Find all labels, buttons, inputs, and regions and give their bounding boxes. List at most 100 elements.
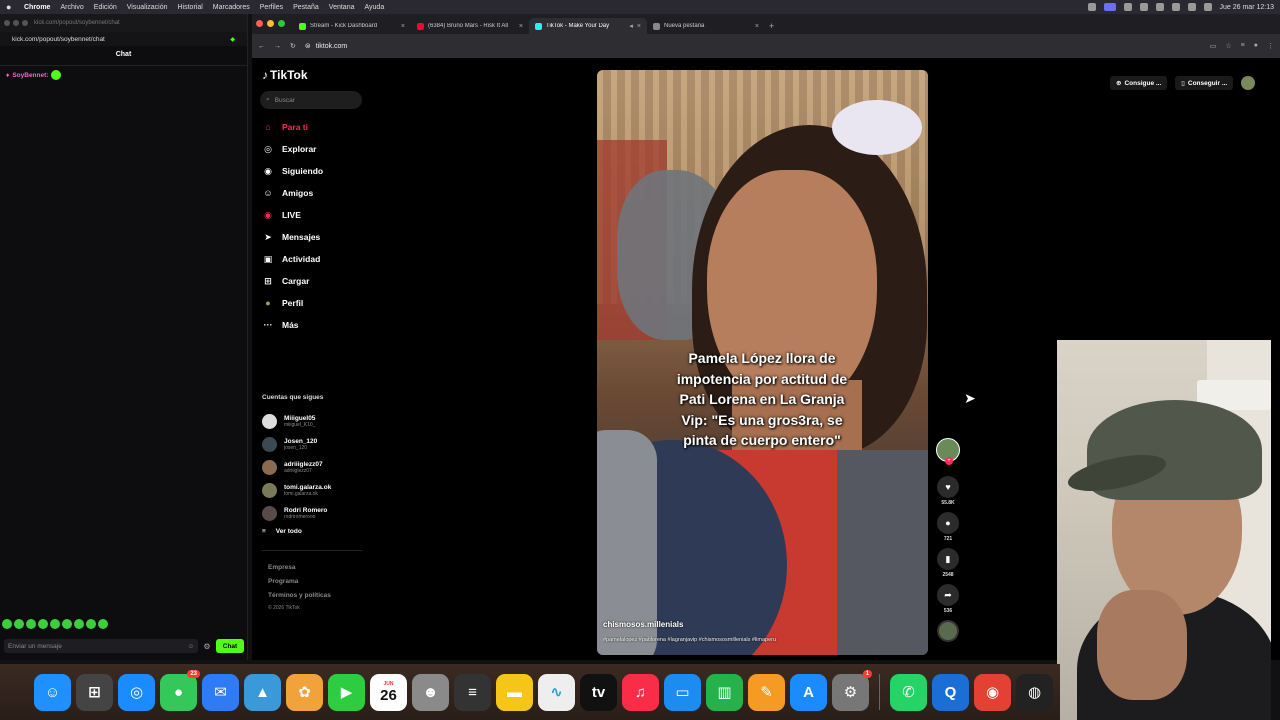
bookmark-icon[interactable]: ▮	[937, 548, 959, 570]
emote-icon[interactable]	[62, 619, 72, 629]
chat-username[interactable]: SoyBennet:	[12, 72, 48, 79]
spotlight-icon[interactable]	[1171, 3, 1180, 11]
calendar-icon[interactable]: JUN 26	[370, 673, 407, 711]
video-hashtags[interactable]: #pamelalopez #patilorena #lagranjavip #c…	[603, 637, 923, 643]
close-icon[interactable]: ×	[401, 23, 405, 30]
menu-archivo[interactable]: Archivo	[60, 4, 83, 11]
chrome-icon[interactable]: ◉	[974, 673, 1011, 711]
zoom-window-button[interactable]	[22, 20, 28, 26]
contacts-icon[interactable]: ☻	[412, 673, 449, 711]
sidebar-item-cargar[interactable]: ⊞ Cargar	[262, 270, 402, 292]
following-account[interactable]: Josen_120 josen_120	[262, 433, 412, 456]
emote-icon[interactable]	[50, 619, 60, 629]
sidebar-item-perfil[interactable]: ● Perfil	[262, 292, 402, 314]
following-account[interactable]: tomi.galarza.ok tomi.galarza.ok	[262, 479, 412, 502]
following-account[interactable]: Rodri Romero rodriromerooo	[262, 502, 412, 525]
avatar[interactable]	[1241, 76, 1256, 90]
finder-icon[interactable]: ☺	[34, 673, 71, 711]
video-author[interactable]: chismosos.millenials	[603, 620, 683, 629]
zoom-window-button[interactable]	[278, 20, 285, 27]
address-bar[interactable]: ⊜ tiktok.com	[305, 42, 347, 51]
follow-plus-icon[interactable]: +	[945, 457, 953, 465]
menu-kebab-icon[interactable]: ⋮	[1267, 42, 1274, 50]
menu-ventana[interactable]: Ventana	[329, 4, 355, 11]
wifi-icon[interactable]	[1155, 3, 1164, 11]
minimize-window-button[interactable]	[267, 20, 274, 27]
menu-pestana[interactable]: Pestaña	[293, 4, 319, 11]
close-window-button[interactable]	[256, 20, 263, 27]
emote-icon[interactable]	[14, 619, 24, 629]
sidebar-item-para-ti[interactable]: ⌂ Para ti	[262, 116, 402, 138]
tab-kick-dashboard[interactable]: Stream - Kick Dashboard ×	[293, 18, 411, 34]
menu-app[interactable]: Chrome	[24, 4, 50, 11]
sidebar-item-siguiendo[interactable]: ◉ Siguiendo	[262, 160, 402, 182]
extensions-icon[interactable]: ≡	[1241, 42, 1245, 50]
search-input[interactable]: ⌕ Buscar	[260, 91, 362, 109]
tiktok-logo[interactable]: ♪ TikTok	[262, 68, 308, 82]
menu-marcadores[interactable]: Marcadores	[213, 4, 250, 11]
sidebar-item-mensajes[interactable]: ➤ Mensajes	[262, 226, 402, 248]
battery-icon[interactable]	[1139, 3, 1148, 11]
get-app-button[interactable]: ▯ Conseguir ...	[1175, 76, 1234, 90]
close-window-button[interactable]	[4, 20, 10, 26]
emote-icon[interactable]	[98, 619, 108, 629]
shield-icon[interactable]: ◆	[230, 36, 235, 43]
author-avatar[interactable]: +	[936, 438, 960, 465]
maps-icon[interactable]: ▲	[244, 673, 281, 711]
tv-icon[interactable]: tv	[580, 673, 617, 711]
facetime-icon[interactable]: ▶	[328, 673, 365, 711]
pages-icon[interactable]: ✎	[748, 673, 785, 711]
menu-perfiles[interactable]: Perfiles	[260, 4, 283, 11]
play-icon[interactable]	[1123, 3, 1132, 11]
audio-icon[interactable]: ◂	[629, 22, 633, 30]
send-chat-button[interactable]: Chat	[216, 639, 244, 653]
mail-icon[interactable]: ✉	[202, 673, 239, 711]
numbers-icon[interactable]: ▥	[706, 673, 743, 711]
reminders-icon[interactable]: ≡	[454, 673, 491, 711]
chat-input[interactable]: Enviar un mensaje ☺	[4, 639, 198, 653]
footer-link-programa[interactable]: Programa	[268, 575, 331, 589]
menu-edicion[interactable]: Edición	[94, 4, 117, 11]
apple-icon[interactable]: ●	[6, 2, 16, 12]
sidebar-item-explorar[interactable]: ◎ Explorar	[262, 138, 402, 160]
emoji-icon[interactable]: ☺	[187, 643, 194, 650]
quicktime-icon[interactable]: Q	[932, 673, 969, 711]
footer-link-terminos[interactable]: Términos y políticas	[268, 589, 331, 603]
sidebar-item-mas[interactable]: ··· Más	[262, 314, 402, 336]
safari-icon[interactable]: ◎	[118, 673, 155, 711]
tab-new-tab[interactable]: Nueva pestaña ×	[647, 18, 765, 34]
whatsapp-icon[interactable]: ✆	[890, 673, 927, 711]
screen-record-icon[interactable]	[1103, 3, 1116, 11]
heart-icon[interactable]: ♥	[937, 476, 959, 498]
messages-icon[interactable]: ● 23	[160, 669, 200, 711]
see-all-link[interactable]: ≡ Ver todo	[262, 528, 302, 535]
tab-tiktok[interactable]: TikTok - Make Your Day ◂ ×	[529, 18, 647, 34]
site-info-icon[interactable]: ⊜	[305, 42, 311, 50]
video-player[interactable]: Pamela López llora de impotencia por act…	[597, 70, 928, 655]
back-icon[interactable]: ←	[258, 43, 265, 50]
reload-icon[interactable]: ↻	[290, 42, 296, 50]
close-icon[interactable]: ×	[519, 23, 523, 30]
kick-url[interactable]: kick.com/popout/soybennet/chat	[12, 36, 105, 43]
status-icon[interactable]	[1087, 3, 1096, 11]
cast-icon[interactable]: ▭	[1210, 42, 1217, 50]
emote-icon[interactable]	[38, 619, 48, 629]
menu-visualizacion[interactable]: Visualización	[127, 4, 168, 11]
menu-historial[interactable]: Historial	[178, 4, 203, 11]
comment-icon[interactable]: ●	[937, 512, 959, 534]
emote-icon[interactable]	[2, 619, 12, 629]
close-icon[interactable]: ×	[755, 23, 759, 30]
share-icon[interactable]: ➦	[937, 584, 959, 606]
freeform-icon[interactable]: ∿	[538, 673, 575, 711]
footer-link-empresa[interactable]: Empresa	[268, 561, 331, 575]
menu-ayuda[interactable]: Ayuda	[365, 4, 385, 11]
bookmark-star-icon[interactable]: ☆	[1225, 42, 1231, 50]
control-center-icon[interactable]	[1187, 3, 1196, 11]
menubar-clock[interactable]: Jue 26 mar 12:13	[1220, 4, 1274, 11]
forward-icon[interactable]: →	[274, 43, 281, 50]
new-tab-icon[interactable]: +	[769, 21, 774, 31]
obs-icon[interactable]: ◍	[1016, 673, 1053, 711]
close-icon[interactable]: ×	[637, 23, 641, 30]
photos-icon[interactable]: ✿	[286, 673, 323, 711]
following-account[interactable]: Miiiguel05 miiiguel_K10_	[262, 410, 412, 433]
